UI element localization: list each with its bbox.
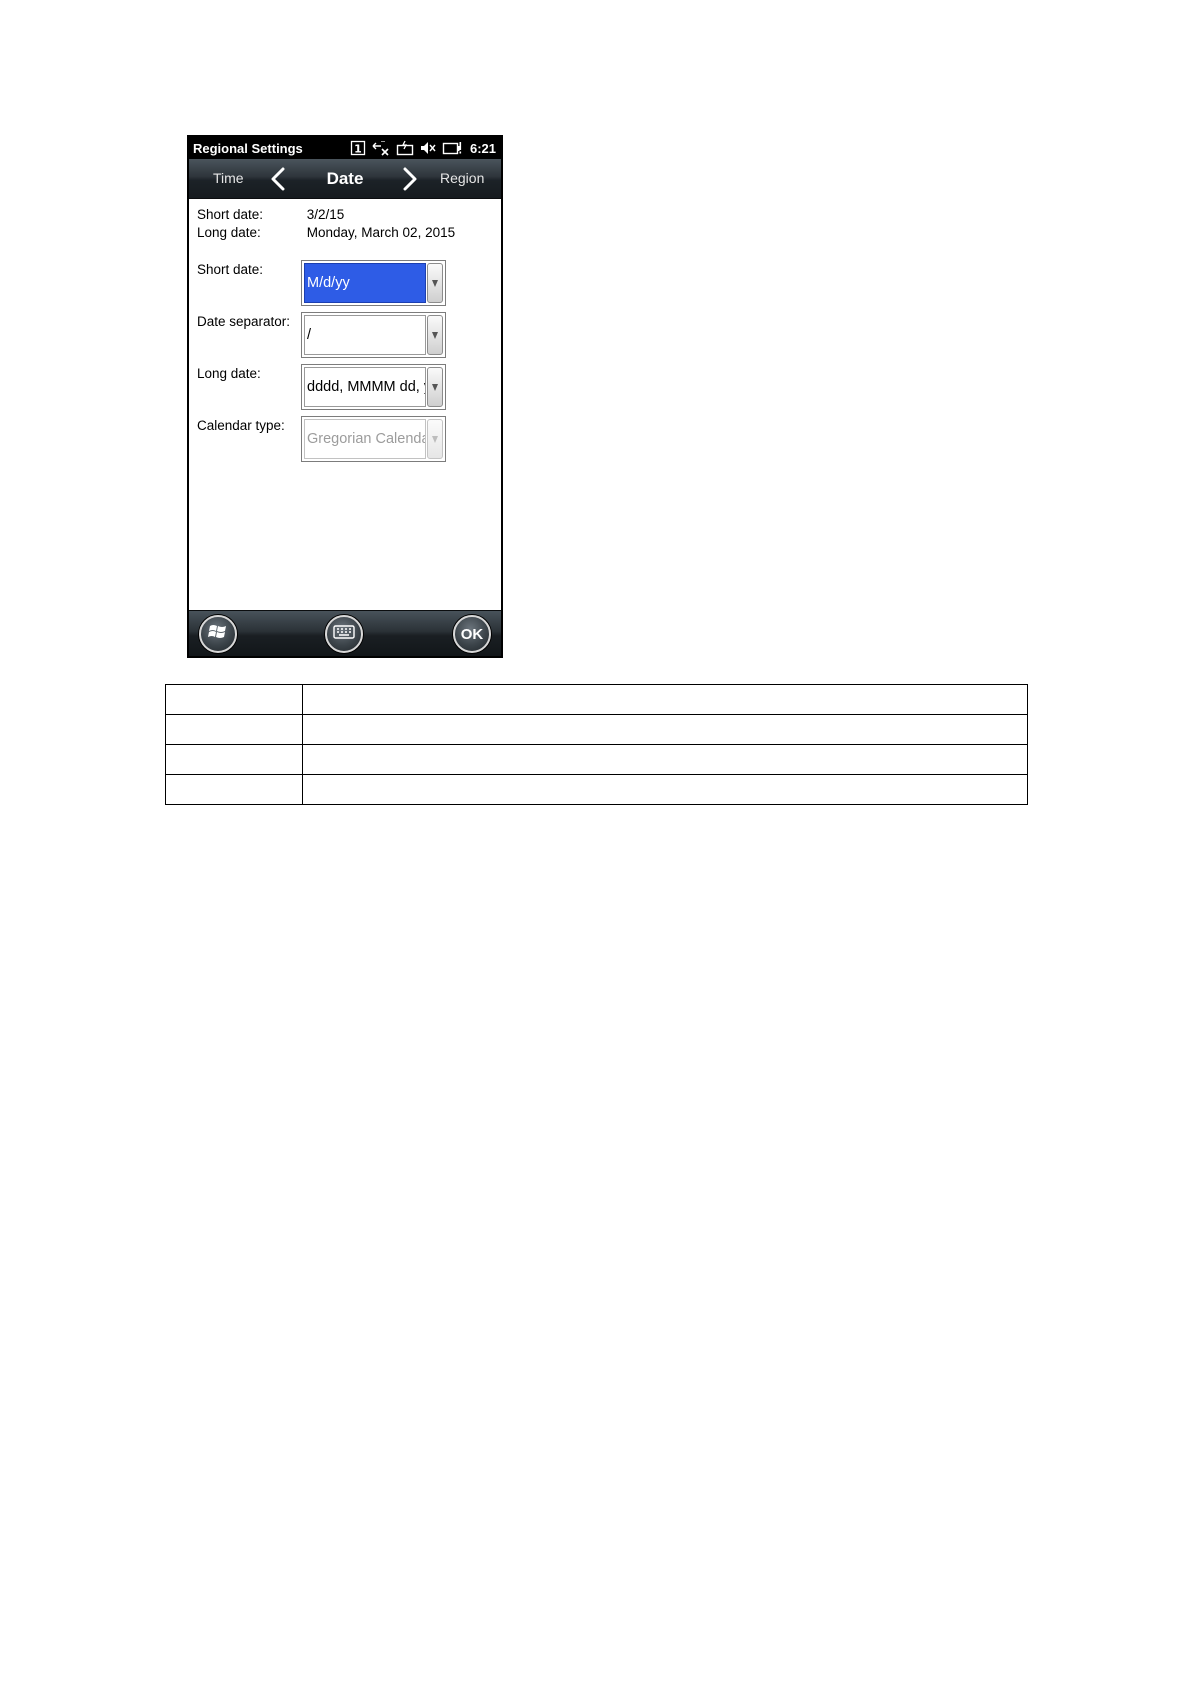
- date-separator-dropdown[interactable]: /: [301, 312, 446, 358]
- dropdown-arrow-icon[interactable]: [427, 367, 443, 407]
- clock: 6:21: [469, 140, 496, 156]
- table-row: [165, 774, 1028, 805]
- table-cell: [302, 684, 1028, 715]
- status-bar: Regional Settings 1 6:21: [189, 137, 501, 159]
- date-separator-label: Date separator:: [197, 314, 291, 329]
- start-button[interactable]: [199, 615, 237, 653]
- date-separator-value[interactable]: /: [304, 315, 426, 355]
- calendar-type-dropdown: Gregorian Calendar: [301, 416, 446, 462]
- table-cell: [165, 684, 303, 715]
- table-cell: [165, 744, 303, 775]
- short-date-value[interactable]: M/d/yy: [304, 263, 426, 303]
- dropdown-arrow-icon[interactable]: [427, 315, 443, 355]
- short-date-label: Short date:: [197, 262, 264, 277]
- long-date-preview-label: Long date:: [197, 225, 261, 240]
- windows-start-icon: [208, 622, 228, 647]
- short-date-preview-value: 3/2/15: [306, 207, 345, 222]
- short-date-dropdown[interactable]: M/d/yy: [301, 260, 446, 306]
- date-settings-panel: Short date: 3/2/15 Long date: Monday, Ma…: [189, 199, 501, 610]
- document-page: Regional Settings 1 6:21 Time Date Regio…: [0, 0, 1190, 1684]
- device-screenshot: Regional Settings 1 6:21 Time Date Regio…: [187, 135, 503, 658]
- calendar-type-value: Gregorian Calendar: [304, 419, 426, 459]
- table-row: [165, 684, 1028, 715]
- short-date-preview-label: Short date:: [197, 207, 264, 222]
- table-cell: [165, 714, 303, 745]
- long-date-preview: Long date: Monday, March 02, 2015: [197, 225, 455, 240]
- network-disconnected-icon: [372, 140, 390, 156]
- channel-1-icon: 1: [350, 140, 366, 156]
- battery-icon: [442, 140, 462, 156]
- tab-region[interactable]: Region: [440, 170, 484, 186]
- speaker-muted-icon: [420, 140, 436, 156]
- status-icons: 1 6:21: [350, 140, 496, 156]
- bottom-bar: OK: [189, 610, 501, 656]
- channel-label: 1: [354, 143, 362, 156]
- table-row: [165, 744, 1028, 775]
- keyboard-icon: [333, 624, 355, 644]
- long-date-label: Long date:: [197, 366, 261, 381]
- dropdown-arrow-icon[interactable]: [427, 263, 443, 303]
- long-date-value[interactable]: dddd, MMMM dd, yyyy: [304, 367, 426, 407]
- tab-navigation-bar: Time Date Region: [189, 159, 501, 199]
- dropdown-arrow-icon: [427, 419, 443, 459]
- chevron-right-icon[interactable]: [401, 167, 419, 196]
- table-cell: [302, 744, 1028, 775]
- document-table: [165, 684, 1028, 805]
- calendar-type-label: Calendar type:: [197, 418, 285, 433]
- short-date-preview: Short date: 3/2/15: [197, 207, 344, 222]
- ok-button[interactable]: OK: [453, 615, 491, 653]
- battery-charging-icon: [396, 140, 414, 156]
- table-cell: [302, 714, 1028, 745]
- table-cell: [165, 774, 303, 805]
- app-title: Regional Settings: [193, 140, 303, 156]
- long-date-dropdown[interactable]: dddd, MMMM dd, yyyy: [301, 364, 446, 410]
- table-cell: [302, 774, 1028, 805]
- long-date-preview-value: Monday, March 02, 2015: [306, 225, 456, 240]
- keyboard-button[interactable]: [325, 615, 363, 653]
- table-row: [165, 714, 1028, 745]
